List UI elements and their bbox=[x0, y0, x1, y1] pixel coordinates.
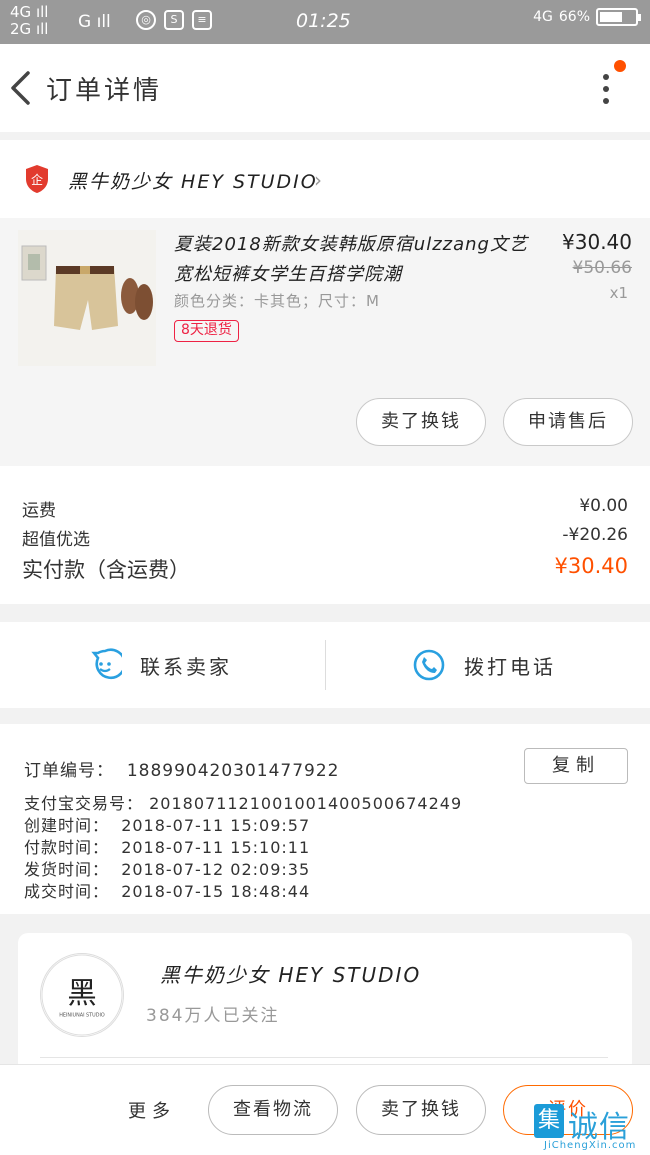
divider bbox=[40, 1057, 608, 1058]
page-title: 订单详情 bbox=[46, 76, 163, 106]
product-item[interactable]: 夏装2018新款女装韩版原宿ulzzang文艺宽松短裤女学生百搭学院潮 颜色分类… bbox=[0, 218, 650, 466]
app-notify-icon: S bbox=[164, 10, 184, 30]
order-number-row: 订单编号： 188990420301477922 bbox=[24, 756, 340, 781]
product-price: ¥30.40 bbox=[562, 230, 632, 254]
clock: 01:25 bbox=[296, 10, 351, 32]
divider bbox=[325, 640, 326, 690]
after-sales-button[interactable]: 申请售后 bbox=[503, 398, 633, 446]
more-button[interactable]: 更多 bbox=[128, 1097, 176, 1123]
call-button[interactable]: 拨打电话 bbox=[412, 622, 556, 708]
network-indicator: 4G ıll 2G ıll bbox=[10, 3, 49, 38]
battery-percent: 66% bbox=[558, 9, 590, 25]
svg-text:黑: 黑 bbox=[67, 976, 96, 1010]
shield-icon: 企 bbox=[26, 165, 48, 193]
completed-label: 成交时间： bbox=[24, 882, 110, 901]
product-title[interactable]: 夏装2018新款女装韩版原宿ulzzang文艺宽松短裤女学生百搭学院潮 bbox=[174, 230, 534, 290]
sell-button-bottom[interactable]: 卖了换钱 bbox=[356, 1085, 486, 1135]
shipping-value: ¥0.00 bbox=[579, 496, 628, 516]
created-time: 2018-07-11 15:09:57 bbox=[121, 816, 311, 835]
shop-header[interactable]: 企 黑牛奶少女 HEY STUDIO › bbox=[0, 140, 650, 218]
total-value: ¥30.40 bbox=[554, 554, 628, 578]
phone-icon bbox=[413, 649, 445, 681]
contact-seller-label: 联系卖家 bbox=[140, 654, 232, 679]
product-sku: 颜色分类：卡其色；尺寸：M bbox=[174, 292, 380, 310]
follower-count: 384万人已关注 bbox=[146, 1006, 280, 1026]
discount-row: 超值优选 -¥20.26 bbox=[22, 525, 628, 550]
quantity: x1 bbox=[609, 284, 628, 302]
status-icons: ◎ S ≡ bbox=[136, 10, 212, 30]
signal-icon: G ıll bbox=[78, 12, 111, 32]
total-row: 实付款（含运费） ¥30.40 bbox=[22, 554, 628, 584]
contact-seller-button[interactable]: 联系卖家 bbox=[88, 622, 232, 708]
order-info: 订单编号： 188990420301477922 复制 支付宝交易号： 2018… bbox=[0, 724, 650, 914]
status-right: 4G 66% bbox=[533, 8, 641, 26]
alipay-number: 2018071121001001400500674249 bbox=[149, 794, 463, 813]
watermark-url: JiChengXin.com bbox=[544, 1140, 637, 1151]
completed-time: 2018-07-15 18:48:44 bbox=[121, 882, 311, 901]
paid-row: 付款时间： 2018-07-11 15:10:11 bbox=[24, 834, 310, 858]
shop-name[interactable]: 黑牛奶少女 HEY STUDIO bbox=[68, 167, 318, 194]
back-icon[interactable] bbox=[8, 70, 34, 106]
completed-row: 成交时间： 2018-07-15 18:48:44 bbox=[24, 878, 310, 902]
shipped-label: 发货时间： bbox=[24, 860, 110, 879]
shop-card[interactable]: 黑 HEINIUNAI STUDIO 黑牛奶少女 HEY STUDIO 384万… bbox=[18, 933, 632, 1073]
shipped-row: 发货时间： 2018-07-12 02:09:35 bbox=[24, 856, 310, 880]
alipay-row: 支付宝交易号： 2018071121001001400500674249 bbox=[24, 790, 462, 814]
fee-summary: 运费 ¥0.00 超值优选 -¥20.26 实付款（含运费） ¥30.40 bbox=[0, 466, 650, 604]
chevron-right-icon: › bbox=[314, 168, 322, 192]
sell-button[interactable]: 卖了换钱 bbox=[356, 398, 486, 446]
shop-avatar[interactable]: 黑 HEINIUNAI STUDIO bbox=[40, 953, 124, 1037]
svg-text:HEINIUNAI STUDIO: HEINIUNAI STUDIO bbox=[59, 1012, 105, 1018]
storage-icon: ≡ bbox=[192, 10, 212, 30]
svg-text:企: 企 bbox=[31, 172, 43, 187]
call-label: 拨打电话 bbox=[464, 654, 556, 679]
original-price: ¥50.66 bbox=[572, 258, 632, 278]
watermark-badge: 集 bbox=[534, 1104, 564, 1138]
paid-time: 2018-07-11 15:10:11 bbox=[121, 838, 311, 857]
more-menu-icon[interactable] bbox=[598, 70, 614, 106]
total-label: 实付款（含运费） bbox=[22, 558, 190, 582]
battery-fill bbox=[600, 12, 622, 22]
notification-dot bbox=[614, 60, 626, 72]
created-row: 创建时间： 2018-07-11 15:09:57 bbox=[24, 812, 310, 836]
shop-card-name[interactable]: 黑牛奶少女 HEY STUDIO bbox=[160, 959, 421, 988]
discount-label: 超值优选 bbox=[22, 530, 90, 550]
network-label: 4G bbox=[533, 9, 553, 25]
view-logistics-button[interactable]: 查看物流 bbox=[208, 1085, 338, 1135]
shipping-row: 运费 ¥0.00 bbox=[22, 496, 628, 521]
alipay-label: 支付宝交易号： bbox=[24, 794, 144, 813]
paid-label: 付款时间： bbox=[24, 838, 110, 857]
watermark-logo: 集 诚信 JiChengXin.com bbox=[534, 1098, 650, 1155]
navigation-bar: 订单详情 bbox=[0, 44, 650, 132]
shipping-label: 运费 bbox=[22, 501, 56, 521]
notification-icon: ◎ bbox=[136, 10, 156, 30]
created-label: 创建时间： bbox=[24, 816, 110, 835]
product-image[interactable] bbox=[18, 230, 156, 366]
copy-button[interactable]: 复制 bbox=[524, 748, 628, 784]
return-badge: 8天退货 bbox=[174, 320, 239, 342]
status-bar: 4G ıll 2G ıll G ıll ◎ S ≡ 01:25 4G 66% bbox=[0, 0, 650, 44]
battery-icon bbox=[596, 8, 641, 26]
order-number-label: 订单编号： bbox=[24, 761, 114, 781]
order-number: 188990420301477922 bbox=[126, 761, 340, 781]
chat-icon bbox=[91, 648, 122, 680]
discount-value: -¥20.26 bbox=[562, 525, 628, 545]
shipped-time: 2018-07-12 02:09:35 bbox=[121, 860, 311, 879]
contact-bar: 联系卖家 拨打电话 bbox=[0, 622, 650, 708]
